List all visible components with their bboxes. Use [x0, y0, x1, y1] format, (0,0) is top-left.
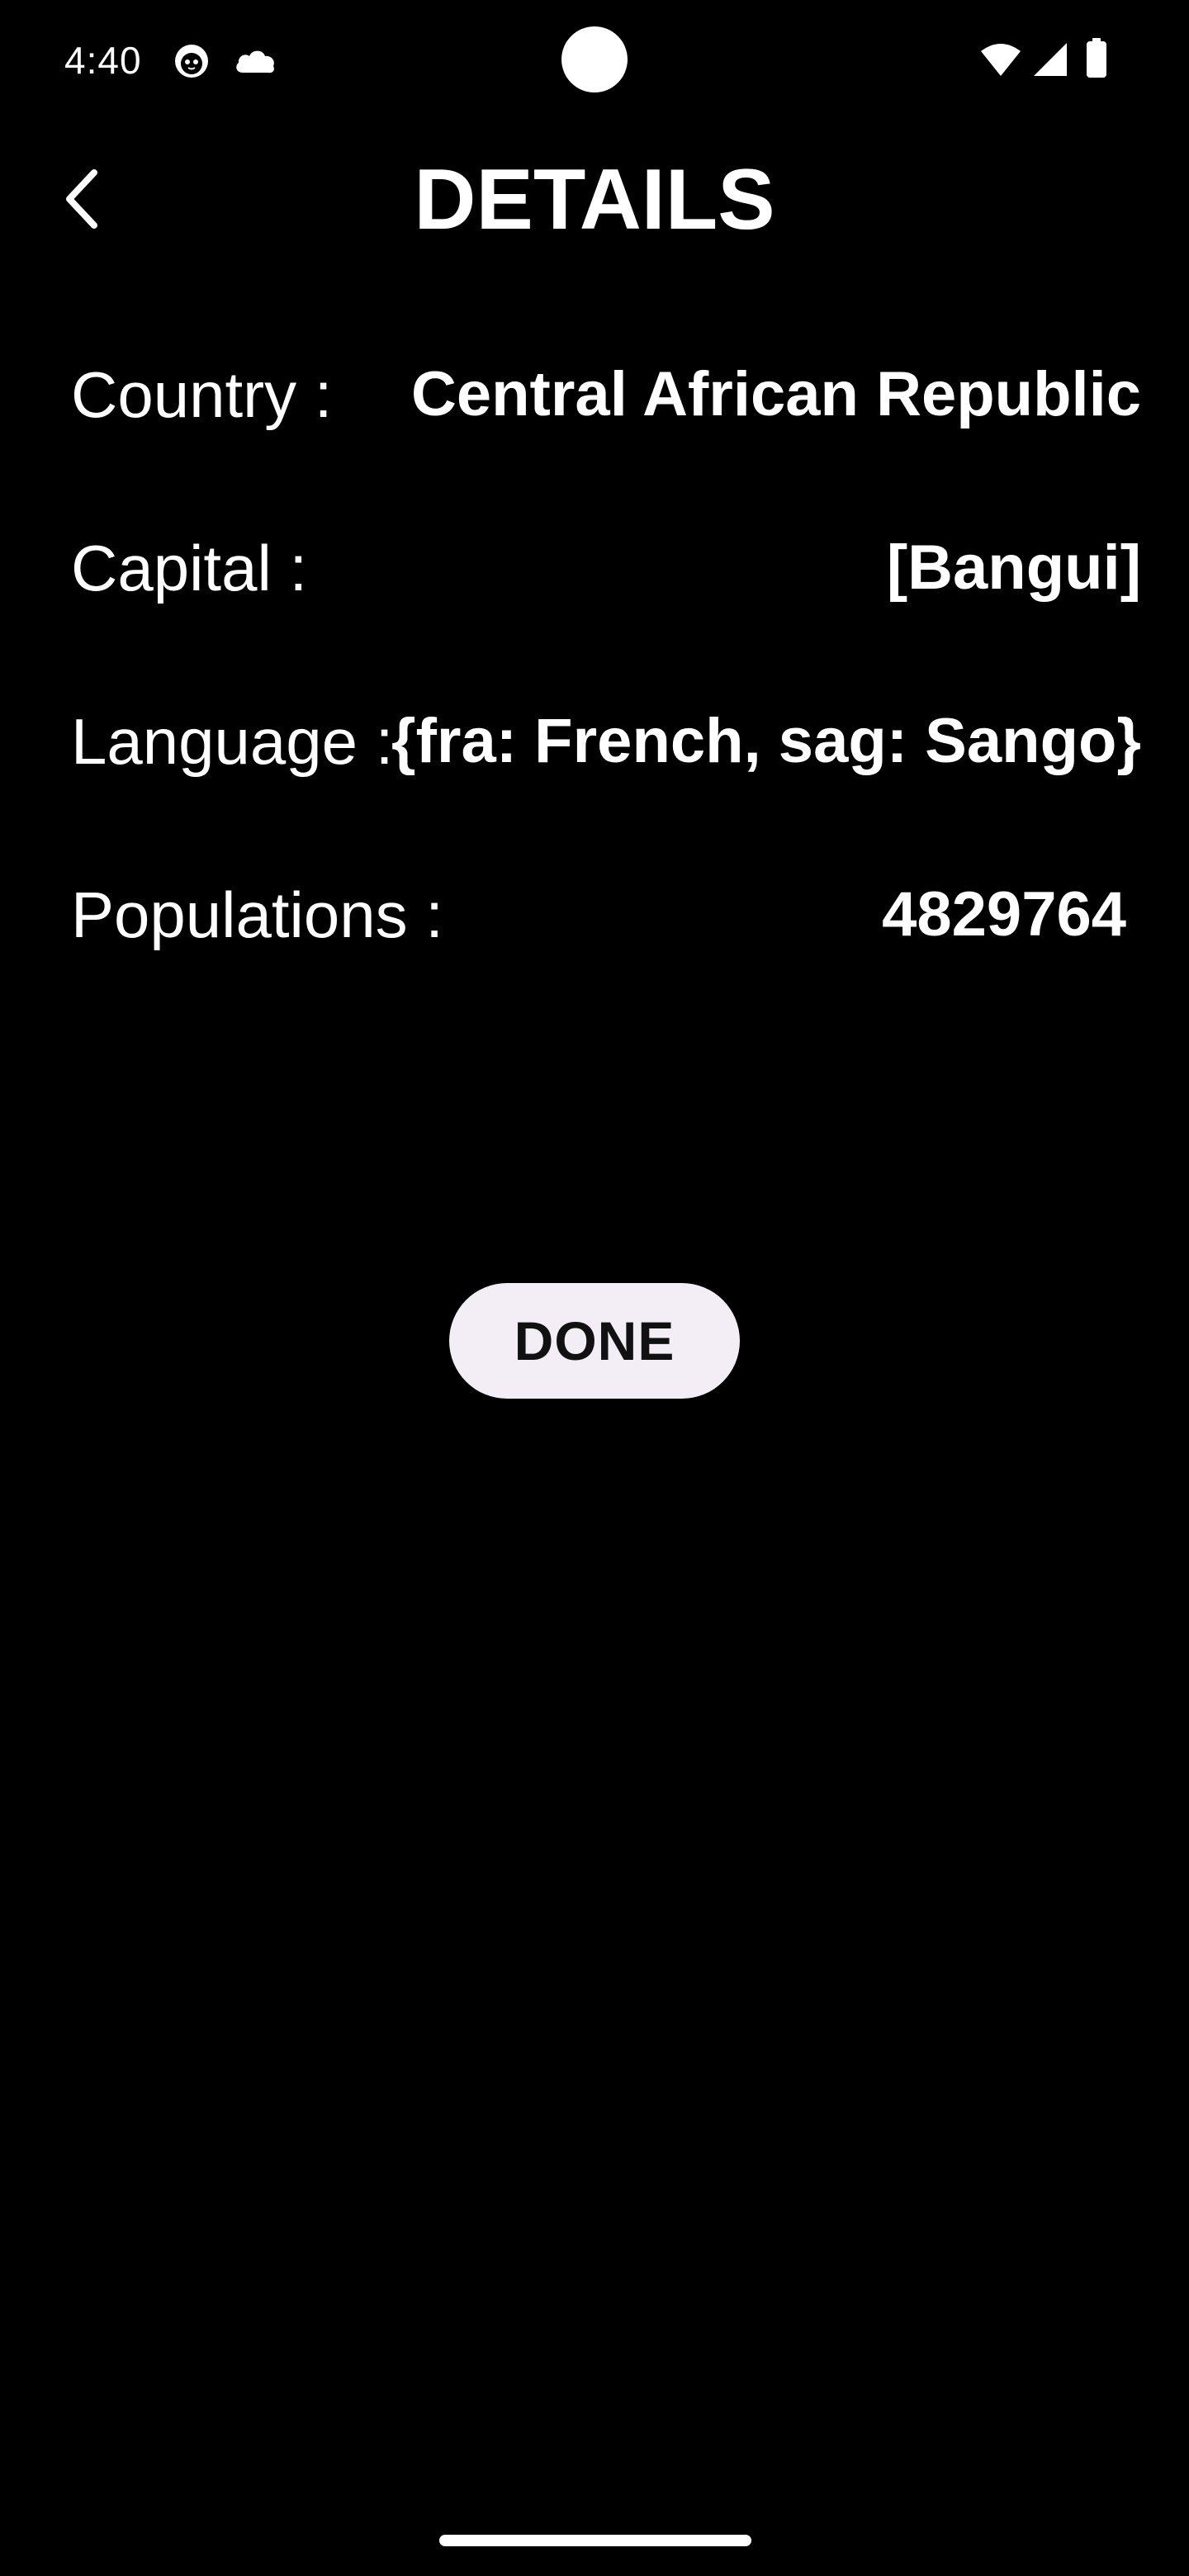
done-button[interactable]: DONE — [449, 1283, 740, 1399]
app-screen: 4:40 DETAILS Country : Central African R… — [0, 0, 1189, 2576]
detail-row-country: Country : Central African Republic — [71, 353, 1141, 436]
language-value: {fra: French, sag: Sango} — [391, 706, 1141, 776]
capital-value: [Bangui] — [886, 533, 1141, 603]
home-gesture-bar[interactable] — [439, 2535, 751, 2546]
country-value: Central African Republic — [410, 359, 1141, 429]
population-label: Populations : — [71, 878, 443, 951]
status-time: 4:40 — [64, 39, 142, 82]
detail-row-capital: Capital : [Bangui] — [71, 527, 1141, 609]
cat-face-icon — [175, 45, 208, 78]
language-label: Language : — [71, 705, 394, 778]
front-camera — [561, 26, 628, 92]
capital-label: Capital : — [71, 532, 308, 604]
population-value: 4829764 — [882, 879, 1126, 949]
detail-row-population: Populations : 4829764 — [71, 874, 1141, 956]
page-title: DETAILS — [414, 152, 775, 248]
signal-icon — [1034, 43, 1067, 76]
battery-icon — [1087, 38, 1106, 78]
wifi-icon — [981, 44, 1021, 76]
detail-row-language: Language : {fra: French, sag: Sango} — [71, 700, 1141, 783]
cloud-icon — [236, 50, 274, 73]
country-label: Country : — [71, 358, 333, 431]
